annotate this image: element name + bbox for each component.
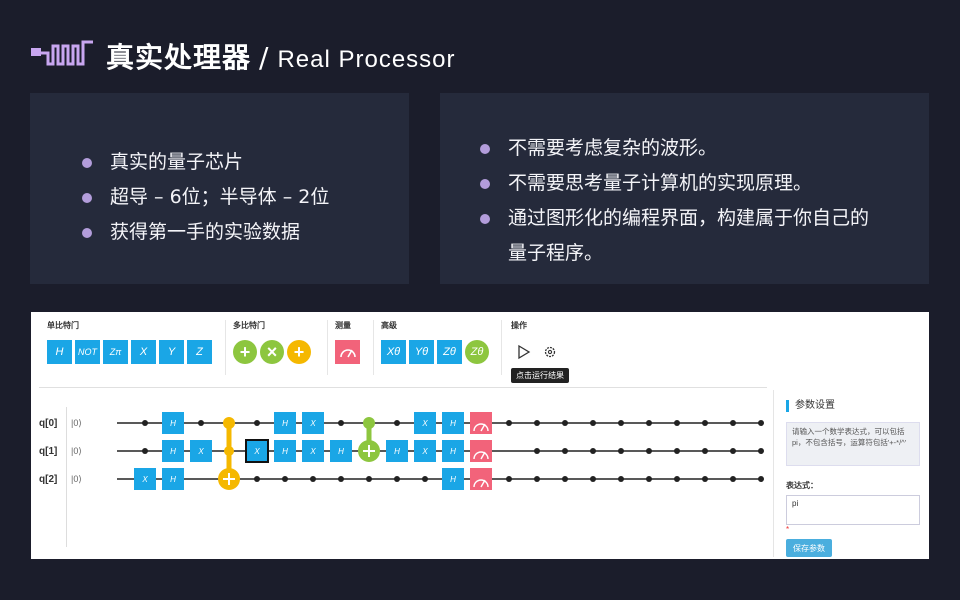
svg-text:H: H bbox=[170, 475, 176, 484]
params-panel: 参数设置 请输入一个数学表达式，可以包括pi，不包含括号，运算符包括'+-*/^… bbox=[773, 390, 925, 557]
page-title: 真实处理器 / Real Processor bbox=[106, 41, 456, 74]
list-item: 超导 – 6位；半导体 – 2位 bbox=[82, 180, 409, 215]
svg-text:H: H bbox=[282, 419, 288, 428]
list-item: 通过图形化的编程界面，构建属于你自己的 量子程序。 bbox=[480, 201, 929, 271]
svg-text:H: H bbox=[450, 475, 456, 484]
list-item: 不需要考虑复杂的波形。 bbox=[480, 131, 929, 166]
expression-input[interactable]: pi bbox=[786, 495, 920, 525]
svg-text:H: H bbox=[170, 419, 176, 428]
svg-text:H: H bbox=[282, 447, 288, 456]
params-hint: 请输入一个数学表达式，可以包括pi，不包含括号，运算符包括'+-*/^' bbox=[786, 422, 920, 466]
save-params-button[interactable]: 保存参数 bbox=[786, 539, 832, 557]
features-card: 真实的量子芯片 超导 – 6位；半导体 – 2位 获得第一手的实验数据 bbox=[30, 93, 409, 284]
svg-text:X: X bbox=[309, 447, 316, 456]
circuit-editor-panel: 单比特门 H NOT Zπ X Y Z 多比特门 + × + 测量 高级 Xθ bbox=[31, 312, 929, 559]
expr-label: 表达式： bbox=[786, 481, 818, 490]
params-title: 参数设置 bbox=[786, 400, 925, 412]
list-item: 获得第一手的实验数据 bbox=[82, 215, 409, 250]
svg-text:X: X bbox=[141, 475, 148, 484]
circuit-canvas[interactable]: H H X X H H X X H X H H X H X H H bbox=[31, 312, 773, 559]
svg-text:H: H bbox=[170, 447, 176, 456]
svg-text:H: H bbox=[450, 419, 456, 428]
svg-text:H: H bbox=[394, 447, 400, 456]
svg-text:H: H bbox=[450, 447, 456, 456]
logo-icon bbox=[31, 40, 93, 66]
svg-text:X: X bbox=[309, 419, 316, 428]
list-item: 真实的量子芯片 bbox=[82, 145, 409, 180]
list-item: 不需要思考量子计算机的实现原理。 bbox=[480, 166, 929, 201]
svg-text:X: X bbox=[253, 447, 260, 456]
required-mark: * bbox=[786, 525, 790, 534]
advantages-card: 不需要考虑复杂的波形。 不需要思考量子计算机的实现原理。 通过图形化的编程界面，… bbox=[440, 93, 929, 284]
svg-text:X: X bbox=[421, 419, 428, 428]
svg-text:H: H bbox=[338, 447, 344, 456]
svg-text:X: X bbox=[197, 447, 204, 456]
svg-text:X: X bbox=[421, 447, 428, 456]
